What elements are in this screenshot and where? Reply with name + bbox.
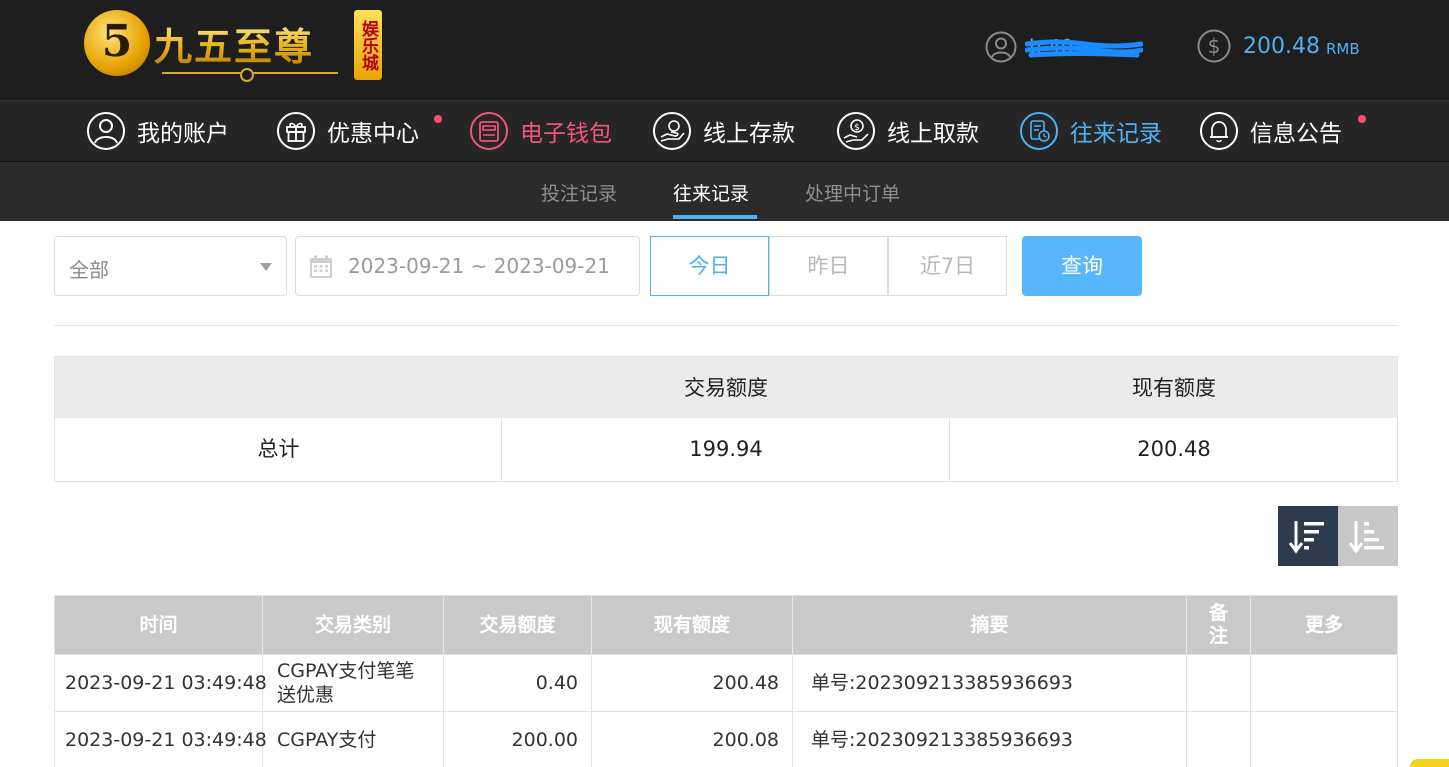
cell-balance: 200.48 bbox=[592, 655, 793, 711]
col-note: 备注 bbox=[1187, 596, 1251, 654]
table-row: 2023-09-21 03:49:48 CGPAY支付 200.00 200.0… bbox=[55, 711, 1397, 767]
quick-yesterday-button[interactable]: 昨日 bbox=[769, 236, 888, 296]
balance-currency: RMB bbox=[1325, 39, 1360, 58]
site-logo[interactable]: 5 九五至尊 娱乐城 bbox=[84, 8, 384, 88]
top-header: 5 九五至尊 娱乐城 b 40 $ 200.48 RMB bbox=[0, 0, 1449, 100]
col-type: 交易类别 bbox=[263, 596, 444, 654]
balance-amount: 200.48 bbox=[1243, 33, 1320, 59]
wallet-icon bbox=[470, 112, 508, 150]
cell-time: 2023-09-21 03:49:48 bbox=[55, 655, 267, 711]
type-select-value: 全部 bbox=[69, 258, 109, 282]
nav-label: 往来记录 bbox=[1070, 121, 1162, 147]
calendar-icon bbox=[310, 255, 332, 278]
logo-badge: 5 bbox=[84, 10, 150, 76]
records-icon bbox=[1020, 112, 1058, 150]
user-info[interactable]: b 40 bbox=[985, 30, 1143, 64]
cell-type: CGPAY支付笔笔送优惠 bbox=[263, 655, 444, 711]
svg-text:$: $ bbox=[854, 123, 860, 133]
summary-header-blank bbox=[55, 357, 502, 419]
balance-display: $ 200.48 RMB bbox=[1197, 29, 1360, 63]
nav-label: 电子钱包 bbox=[520, 121, 612, 147]
date-range-value: 2023-09-21 ~ 2023-09-21 bbox=[348, 254, 610, 278]
username: b 40 bbox=[1025, 34, 1143, 60]
nav-online-deposit[interactable]: 线上存款 bbox=[652, 109, 795, 153]
tab-bet-records[interactable]: 投注记录 bbox=[541, 179, 617, 206]
notification-dot bbox=[434, 115, 442, 123]
deposit-icon bbox=[653, 112, 691, 150]
user-circle-icon bbox=[87, 112, 125, 150]
search-button[interactable]: 查询 bbox=[1022, 236, 1142, 296]
bell-icon bbox=[1200, 112, 1238, 150]
cell-memo: 单号:202309213385936693 bbox=[793, 655, 1187, 711]
nav-label: 线上存款 bbox=[703, 121, 795, 147]
chat-widget-tab[interactable] bbox=[1410, 759, 1449, 767]
main-nav: 我的账户 优惠中心 电子钱包 线上存款 $ 线上取款 往来记录 信息公告 bbox=[0, 100, 1449, 162]
cell-type: CGPAY支付 bbox=[263, 712, 444, 767]
summary-total-label: 总计 bbox=[257, 437, 300, 461]
tab-pending-orders[interactable]: 处理中订单 bbox=[805, 179, 900, 206]
nav-online-withdraw[interactable]: $ 线上取款 bbox=[836, 109, 979, 153]
tab-transaction-records[interactable]: 往来记录 bbox=[673, 179, 749, 206]
col-more: 更多 bbox=[1304, 614, 1343, 636]
cell-more[interactable] bbox=[1251, 712, 1397, 767]
logo-text: 九五至尊 bbox=[154, 16, 314, 71]
nav-transaction-records[interactable]: 往来记录 bbox=[1019, 109, 1162, 153]
nav-promotions[interactable]: 优惠中心 bbox=[276, 109, 442, 153]
col-amount: 交易额度 bbox=[444, 596, 592, 654]
table-row: 2023-09-21 03:49:48 CGPAY支付笔笔送优惠 0.40 20… bbox=[55, 654, 1397, 711]
nav-e-wallet[interactable]: 电子钱包 bbox=[469, 109, 612, 153]
withdraw-icon: $ bbox=[837, 112, 875, 150]
cell-note bbox=[1187, 712, 1251, 767]
quick-last7-button[interactable]: 近7日 bbox=[888, 236, 1007, 296]
quick-today-button[interactable]: 今日 bbox=[650, 236, 769, 296]
coin-icon: $ bbox=[1197, 29, 1231, 63]
sort-desc-icon bbox=[1288, 521, 1324, 554]
divider bbox=[54, 325, 1398, 326]
col-balance: 现有额度 bbox=[592, 596, 793, 654]
active-tab-indicator bbox=[673, 215, 757, 219]
nav-label: 线上取款 bbox=[887, 121, 979, 147]
svg-text:$: $ bbox=[1208, 34, 1221, 58]
cell-more[interactable] bbox=[1251, 655, 1397, 711]
col-memo: 摘要 bbox=[793, 596, 1187, 654]
cell-note bbox=[1187, 655, 1251, 711]
user-icon bbox=[985, 31, 1017, 63]
nav-label: 我的账户 bbox=[137, 121, 229, 147]
cell-balance: 200.08 bbox=[592, 712, 793, 767]
cell-amount: 200.00 bbox=[444, 712, 592, 767]
summary-transaction-total: 199.94 bbox=[689, 437, 763, 461]
sort-descending-button[interactable] bbox=[1278, 506, 1338, 566]
nav-announcements[interactable]: 信息公告 bbox=[1199, 109, 1366, 153]
sub-nav: 投注记录 往来记录 处理中订单 bbox=[0, 162, 1449, 221]
logo-side-text: 娱乐城 bbox=[354, 10, 382, 80]
sort-asc-icon bbox=[1348, 521, 1384, 554]
date-range-picker[interactable]: 2023-09-21 ~ 2023-09-21 bbox=[295, 236, 640, 296]
cell-memo: 单号:202309213385936693 bbox=[793, 712, 1187, 767]
transactions-table: 时间 交易类别 交易额度 现有额度 摘要 备注 更多 2023-09-21 03… bbox=[54, 595, 1398, 767]
summary-header-transaction: 交易额度 bbox=[684, 376, 768, 400]
sort-ascending-button[interactable] bbox=[1338, 506, 1398, 566]
summary-header-current: 现有额度 bbox=[1132, 376, 1216, 400]
col-time: 时间 bbox=[55, 596, 263, 654]
nav-my-account[interactable]: 我的账户 bbox=[86, 109, 229, 153]
gift-icon bbox=[277, 112, 315, 150]
summary-table: 交易额度 现有额度 总计 199.94 200.48 bbox=[54, 356, 1398, 482]
notification-dot bbox=[1358, 115, 1366, 123]
caret-down-icon bbox=[260, 263, 272, 271]
nav-label: 信息公告 bbox=[1250, 121, 1342, 147]
type-select[interactable]: 全部 bbox=[54, 236, 287, 296]
nav-label: 优惠中心 bbox=[327, 121, 419, 147]
cell-time: 2023-09-21 03:49:48 bbox=[55, 712, 267, 767]
summary-current-total: 200.48 bbox=[1137, 437, 1211, 461]
cell-amount: 0.40 bbox=[444, 655, 592, 711]
redaction-scribble bbox=[1025, 39, 1143, 58]
logo-ornament bbox=[162, 68, 338, 82]
table-header: 时间 交易类别 交易额度 现有额度 摘要 备注 更多 bbox=[55, 596, 1397, 654]
